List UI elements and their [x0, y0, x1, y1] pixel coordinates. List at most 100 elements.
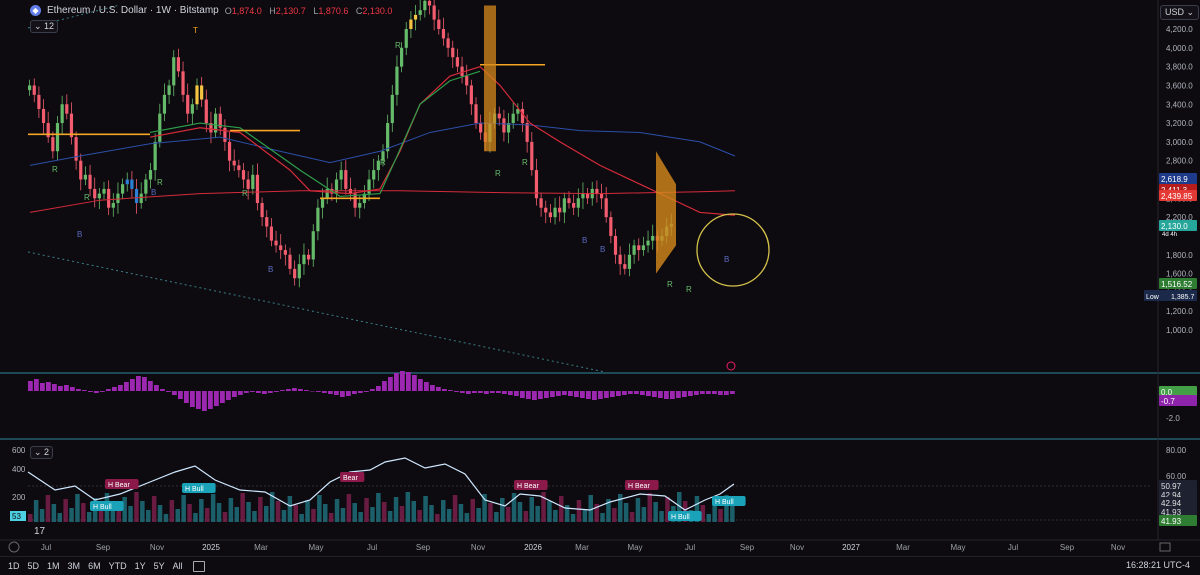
candle-body[interactable]	[204, 99, 208, 124]
candle-body[interactable]	[479, 123, 483, 133]
candle-body[interactable]	[469, 85, 473, 105]
candle-body[interactable]	[93, 188, 97, 199]
candle-body[interactable]	[400, 47, 404, 67]
candle-body[interactable]	[432, 5, 436, 20]
candle-body[interactable]	[562, 198, 566, 213]
timeframe-6m[interactable]: 6M	[84, 561, 105, 571]
indicator-toggle[interactable]: ⌄ 12	[30, 20, 59, 33]
candle-body[interactable]	[316, 207, 320, 232]
candle-body[interactable]	[116, 193, 120, 204]
candle-body[interactable]	[60, 104, 64, 124]
candle-body[interactable]	[446, 38, 450, 48]
calendar-icon[interactable]	[192, 560, 205, 572]
candle-body[interactable]	[102, 188, 106, 194]
candle-body[interactable]	[172, 57, 176, 86]
candle-body[interactable]	[539, 198, 543, 208]
candle-body[interactable]	[162, 94, 167, 114]
candle-body[interactable]	[200, 85, 204, 100]
timeframe-ytd[interactable]: YTD	[105, 561, 131, 571]
candle-body[interactable]	[148, 170, 153, 180]
candle-body[interactable]	[297, 264, 301, 279]
currency-button[interactable]: USD ⌄	[1160, 5, 1200, 20]
candle-body[interactable]	[437, 19, 441, 29]
candle-body[interactable]	[572, 203, 576, 208]
symbol-title[interactable]: Ethereum / U.S. Dollar · 1W · Bitstamp	[47, 5, 219, 16]
candle-body[interactable]	[251, 174, 255, 189]
candle-body[interactable]	[372, 170, 376, 180]
candle-body[interactable]	[37, 94, 41, 109]
candle-body[interactable]	[246, 179, 250, 189]
candle-body[interactable]	[632, 245, 636, 255]
candle-body[interactable]	[497, 113, 501, 119]
candle-body[interactable]	[567, 198, 571, 204]
candle-body[interactable]	[153, 141, 157, 171]
candle-body[interactable]	[651, 235, 655, 241]
candle-body[interactable]	[390, 94, 394, 124]
candle-body[interactable]	[283, 250, 287, 255]
candle-body[interactable]	[79, 160, 83, 180]
candle-body[interactable]	[530, 141, 534, 171]
candle-body[interactable]	[553, 207, 557, 218]
candle-body[interactable]	[586, 193, 590, 199]
candle-body[interactable]	[474, 104, 478, 124]
candle-body[interactable]	[293, 268, 297, 279]
candle-body[interactable]	[274, 240, 278, 246]
timeframe-5y[interactable]: 5Y	[150, 561, 169, 571]
candle-body[interactable]	[167, 85, 171, 95]
candle-body[interactable]	[386, 123, 390, 152]
candle-body[interactable]	[255, 174, 260, 204]
candle-body[interactable]	[320, 198, 325, 208]
candle-body[interactable]	[288, 254, 292, 269]
candle-body[interactable]	[465, 76, 469, 86]
candle-body[interactable]	[41, 108, 46, 124]
candle-body[interactable]	[83, 174, 87, 180]
candle-body[interactable]	[232, 160, 236, 166]
candle-body[interactable]	[130, 179, 134, 189]
chart-area[interactable]: 4,200.0 4,000.0 3,800.0 3,600.0 3,400.0 3,200…	[0, 0, 1200, 556]
candle-body[interactable]	[241, 170, 246, 180]
candle-body[interactable]	[269, 226, 273, 241]
candle-body[interactable]	[581, 193, 585, 199]
replay-icon[interactable]	[726, 361, 736, 371]
candle-body[interactable]	[223, 127, 227, 142]
candle-body[interactable]	[441, 29, 446, 39]
candle-body[interactable]	[195, 85, 199, 105]
candle-body[interactable]	[88, 174, 92, 189]
candle-body[interactable]	[32, 85, 36, 95]
candle-body[interactable]	[548, 212, 552, 218]
candle-body[interactable]	[97, 193, 101, 199]
candle-body[interactable]	[409, 19, 413, 29]
candle-body[interactable]	[344, 170, 348, 189]
candle-body[interactable]	[455, 57, 459, 67]
candle-body[interactable]	[107, 188, 111, 208]
candle-body[interactable]	[367, 179, 371, 194]
timeframe-all[interactable]: All	[169, 561, 187, 571]
candle-body[interactable]	[358, 203, 362, 208]
candle-body[interactable]	[186, 94, 190, 114]
timeframe-1d[interactable]: 1D	[4, 561, 24, 571]
candle-body[interactable]	[544, 207, 548, 213]
candle-body[interactable]	[311, 231, 315, 260]
candle-body[interactable]	[111, 203, 115, 208]
candle-body[interactable]	[423, 0, 427, 11]
candle-body[interactable]	[190, 104, 194, 114]
candle-body[interactable]	[65, 104, 69, 114]
timeframe-3m[interactable]: 3M	[64, 561, 85, 571]
candle-body[interactable]	[534, 170, 539, 199]
candle-body[interactable]	[604, 198, 608, 218]
candle-body[interactable]	[413, 14, 418, 20]
candle-body[interactable]	[618, 254, 622, 265]
candle-body[interactable]	[558, 207, 562, 213]
candle-body[interactable]	[339, 170, 343, 180]
timeframe-5d[interactable]: 5D	[24, 561, 44, 571]
candle-body[interactable]	[227, 141, 232, 161]
candle-body[interactable]	[28, 85, 32, 91]
candle-body[interactable]	[646, 240, 650, 246]
fit-icon[interactable]	[1159, 542, 1171, 552]
candle-body[interactable]	[418, 10, 422, 15]
candle-body[interactable]	[576, 198, 580, 208]
candle-body[interactable]	[502, 118, 506, 133]
candle-body[interactable]	[427, 0, 432, 6]
candle-body[interactable]	[51, 137, 55, 152]
candle-body[interactable]	[260, 203, 264, 218]
